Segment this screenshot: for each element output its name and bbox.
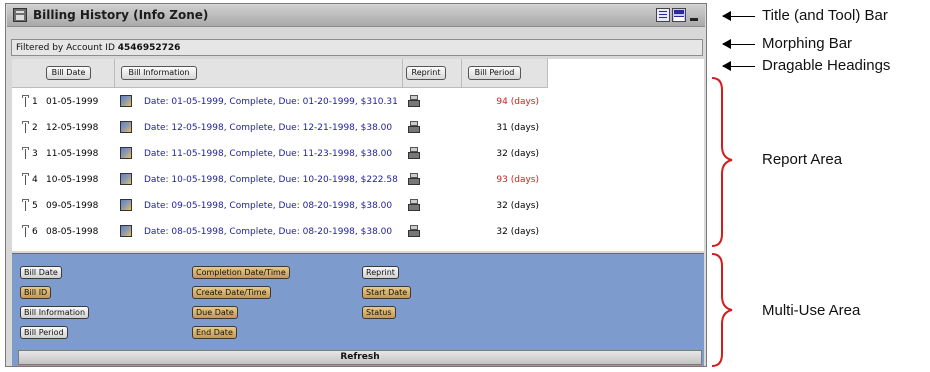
report-area-callout: Report Area bbox=[762, 151, 843, 168]
headings-callout: Dragable Headings bbox=[762, 57, 891, 74]
title-bar-callout: Title (and Tool) Bar bbox=[762, 7, 888, 24]
bill-info-icon[interactable] bbox=[120, 147, 132, 159]
window-title: Billing History (Info Zone) bbox=[33, 8, 209, 22]
bill-period-cell: 32 (days) bbox=[496, 227, 539, 237]
printer-icon[interactable] bbox=[408, 121, 420, 133]
table-row[interactable]: 6 08-05-1998 Date: 08-05-1998, Complete, D… bbox=[12, 219, 548, 245]
morphing-bar-arrow bbox=[722, 39, 755, 49]
table-row[interactable]: 4 10-05-1998 Date: 10-05-1998, Complete, D… bbox=[12, 167, 548, 193]
row-number: 4 bbox=[32, 175, 38, 185]
bill-information-cell[interactable]: Date: 09-05-1998, Complete, Due: 08-20-1… bbox=[144, 193, 392, 219]
bill-info-icon[interactable] bbox=[120, 95, 132, 107]
heading-cell-bill-info: Bill Information bbox=[115, 59, 403, 87]
filter-text: Filtered by Account ID bbox=[16, 43, 115, 53]
bill-period-cell: 93 (days) bbox=[496, 175, 539, 185]
field-chip[interactable]: End Date bbox=[192, 326, 237, 339]
heading-reprint[interactable]: Reprint bbox=[406, 66, 446, 80]
row-number: 2 bbox=[32, 123, 38, 133]
row-number: 1 bbox=[32, 97, 38, 107]
bill-date-cell: 10-05-1998 bbox=[46, 175, 99, 185]
title-bar-arrow bbox=[722, 11, 755, 21]
report-area: Bill Date Bill Information Reprint Bill … bbox=[12, 59, 704, 251]
filter-label: Filtered by Account ID 4546952726 bbox=[16, 43, 180, 53]
row-number: 3 bbox=[32, 149, 38, 159]
table-row[interactable]: 3 11-05-1998 Date: 11-05-1998, Complete, D… bbox=[12, 141, 548, 167]
account-id: 4546952726 bbox=[117, 43, 181, 53]
key-icon bbox=[22, 173, 29, 185]
bill-date-cell: 12-05-1998 bbox=[46, 123, 99, 133]
bill-date-cell: 09-05-1998 bbox=[46, 201, 99, 211]
printer-icon[interactable] bbox=[408, 147, 420, 159]
heading-cell-reprint: Reprint bbox=[403, 59, 462, 87]
bill-information-cell[interactable]: Date: 12-05-1998, Complete, Due: 12-21-1… bbox=[144, 115, 392, 141]
heading-bill-date[interactable]: Bill Date bbox=[46, 66, 91, 80]
report-icon[interactable] bbox=[656, 8, 670, 22]
heading-row: Bill Date Bill Information Reprint Bill … bbox=[12, 59, 548, 88]
multi-use-area: Bill Date Bill ID Bill Information Bill Per… bbox=[12, 253, 704, 366]
bill-period-cell: 31 (days) bbox=[496, 123, 539, 133]
field-chip[interactable]: Create Date/Time bbox=[192, 286, 271, 299]
row-number: 5 bbox=[32, 201, 38, 211]
headings-arrow bbox=[722, 61, 755, 71]
key-icon bbox=[22, 225, 29, 237]
bill-information-cell[interactable]: Date: 11-05-1998, Complete, Due: 11-23-1… bbox=[144, 141, 392, 167]
bill-date-cell: 01-05-1999 bbox=[46, 97, 99, 107]
field-chip[interactable]: Bill Period bbox=[20, 326, 68, 339]
field-chip[interactable]: Start Date bbox=[362, 286, 412, 299]
bill-information-cell[interactable]: Date: 10-05-1998, Complete, Due: 10-20-1… bbox=[144, 167, 398, 193]
bill-info-icon[interactable] bbox=[120, 173, 132, 185]
table-row[interactable]: 5 09-05-1998 Date: 09-05-1998, Complete, D… bbox=[12, 193, 548, 219]
heading-bill-information[interactable]: Bill Information bbox=[121, 66, 197, 80]
morphing-bar: Filtered by Account ID 4546952726 bbox=[11, 39, 703, 56]
printer-icon[interactable] bbox=[408, 225, 420, 237]
bill-information-cell[interactable]: Date: 01-05-1999, Complete, Due: 01-20-1… bbox=[144, 89, 398, 115]
multi-use-brace bbox=[711, 253, 733, 367]
field-chip[interactable]: Status bbox=[362, 306, 396, 319]
field-chip[interactable]: Completion Date/Time bbox=[192, 266, 290, 279]
bill-period-cell: 94 (days) bbox=[496, 97, 539, 107]
title-bar: Billing History (Info Zone) bbox=[7, 5, 705, 27]
printer-icon[interactable] bbox=[408, 199, 420, 211]
minimize-icon[interactable] bbox=[688, 8, 702, 22]
panel-icon[interactable] bbox=[672, 8, 686, 22]
key-icon bbox=[22, 147, 29, 159]
bill-date-cell: 08-05-1998 bbox=[46, 227, 99, 237]
bill-info-icon[interactable] bbox=[120, 225, 132, 237]
morphing-bar-callout: Morphing Bar bbox=[762, 35, 853, 52]
bill-information-cell[interactable]: Date: 08-05-1998, Complete, Due: 08-20-1… bbox=[144, 219, 392, 245]
info-zone-window: Billing History (Info Zone) Filtered by … bbox=[5, 3, 707, 367]
field-chip[interactable]: Bill Information bbox=[20, 306, 90, 319]
row-number: 6 bbox=[32, 227, 38, 237]
zone-icon bbox=[13, 8, 27, 22]
table-row[interactable]: 1 01-05-1999 Date: 01-05-1999, Complete, D… bbox=[12, 89, 548, 115]
bill-date-cell: 11-05-1998 bbox=[46, 149, 99, 159]
field-chip[interactable]: Bill Date bbox=[20, 266, 62, 279]
field-chip[interactable]: Reprint bbox=[362, 266, 399, 279]
bill-period-cell: 32 (days) bbox=[496, 201, 539, 211]
printer-icon[interactable] bbox=[408, 173, 420, 185]
table-row[interactable]: 2 12-05-1998 Date: 12-05-1998, Complete, D… bbox=[12, 115, 548, 141]
key-icon bbox=[22, 95, 29, 107]
heading-cell-bill-date: Bill Date bbox=[12, 59, 115, 87]
refresh-button[interactable]: Refresh bbox=[18, 350, 702, 365]
bill-period-cell: 32 (days) bbox=[496, 149, 539, 159]
bill-info-icon[interactable] bbox=[120, 199, 132, 211]
multi-use-callout: Multi-Use Area bbox=[762, 302, 861, 319]
report-area-brace bbox=[711, 77, 733, 247]
field-chip[interactable]: Bill ID bbox=[20, 286, 52, 299]
bill-info-icon[interactable] bbox=[120, 121, 132, 133]
heading-bill-period[interactable]: Bill Period bbox=[468, 66, 521, 80]
key-icon bbox=[22, 199, 29, 211]
heading-cell-bill-period: Bill Period bbox=[462, 59, 548, 87]
key-icon bbox=[22, 121, 29, 133]
field-chip[interactable]: Due Date bbox=[192, 306, 238, 319]
printer-icon[interactable] bbox=[408, 95, 420, 107]
